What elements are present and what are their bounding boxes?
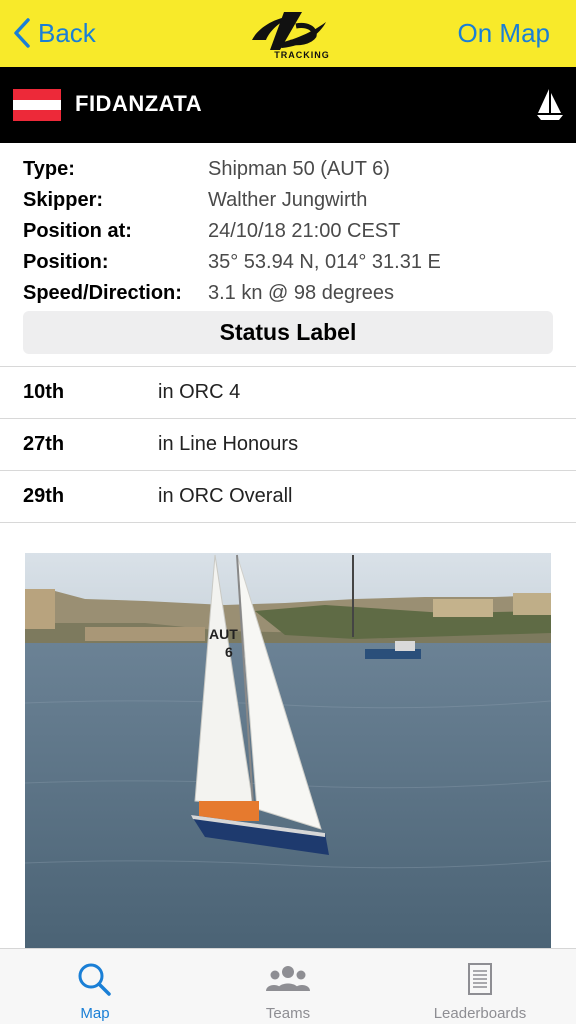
tab-label: Map — [80, 1005, 110, 1022]
people-icon — [266, 966, 310, 991]
info-label: Position: — [23, 251, 109, 273]
back-label: Back — [38, 17, 96, 48]
tab-label: Teams — [265, 1005, 311, 1022]
on-map-button[interactable]: On Map — [458, 14, 551, 52]
info-row-speed: Speed/Direction: 3.1 kn @ 98 degrees — [23, 278, 563, 309]
info-value: Shipman 50 (AUT 6) — [208, 158, 390, 180]
rank-position: 27th — [23, 433, 65, 455]
navigation-bar: Back TRACKING On Map — [0, 0, 576, 67]
info-row-position: Position: 35° 53.94 N, 014° 31.31 E — [23, 247, 563, 278]
tracking-logo: TRACKING — [244, 6, 334, 62]
sail-number-text: AUT — [209, 626, 238, 642]
search-icon — [78, 963, 111, 996]
tab-leaderboards[interactable]: Leaderboards — [420, 949, 540, 1024]
tab-label: Leaderboards — [433, 1005, 527, 1022]
boat-photo: AUT 6 — [25, 553, 551, 949]
info-row-position-time: Position at: 24/10/18 21:00 CEST — [23, 216, 563, 247]
info-label: Skipper: — [23, 189, 104, 211]
info-label: Position at: — [23, 220, 132, 242]
sail-number-digit: 6 — [225, 644, 233, 660]
boat-name: FIDANZATA — [75, 91, 203, 116]
logo-text: TRACKING — [274, 50, 330, 60]
tab-map[interactable]: Map — [55, 949, 135, 1024]
sailboat-icon — [537, 89, 563, 120]
info-row-type: Type: Shipman 50 (AUT 6) — [23, 154, 563, 185]
status-label-button[interactable]: Status Label — [23, 311, 553, 354]
rank-position: 10th — [23, 381, 65, 403]
list-item[interactable]: 10th in ORC 4 — [0, 367, 576, 419]
rank-description: in ORC Overall — [158, 485, 293, 507]
tab-teams[interactable]: Teams — [248, 949, 328, 1024]
rankings-list: 10th in ORC 4 27th in Line Honours 29th … — [0, 366, 576, 523]
back-button[interactable]: Back — [12, 14, 96, 52]
list-item[interactable]: 27th in Line Honours — [0, 419, 576, 471]
info-value: 24/10/18 21:00 CEST — [208, 220, 401, 242]
tab-bar: Map Teams Leaderboards — [0, 948, 576, 1024]
info-value: Walther Jungwirth — [208, 189, 368, 211]
rank-description: in Line Honours — [158, 433, 299, 455]
boat-header: FIDANZATA — [0, 67, 576, 143]
info-label: Type: — [23, 158, 75, 180]
info-value: 35° 53.94 N, 014° 31.31 E — [208, 251, 441, 273]
chevron-left-icon — [14, 18, 30, 48]
rank-position: 29th — [23, 485, 65, 507]
rank-description: in ORC 4 — [158, 381, 241, 403]
info-value: 3.1 kn @ 98 degrees — [208, 282, 394, 304]
info-row-skipper: Skipper: Walther Jungwirth — [23, 185, 563, 216]
document-icon — [468, 963, 492, 995]
sailboat-photo-image: AUT 6 — [25, 553, 551, 949]
list-item[interactable]: 29th in ORC Overall — [0, 471, 576, 523]
boat-info: Type: Shipman 50 (AUT 6) Skipper: Walthe… — [23, 154, 563, 309]
info-label: Speed/Direction: — [23, 282, 182, 304]
austria-flag-icon — [13, 89, 61, 121]
